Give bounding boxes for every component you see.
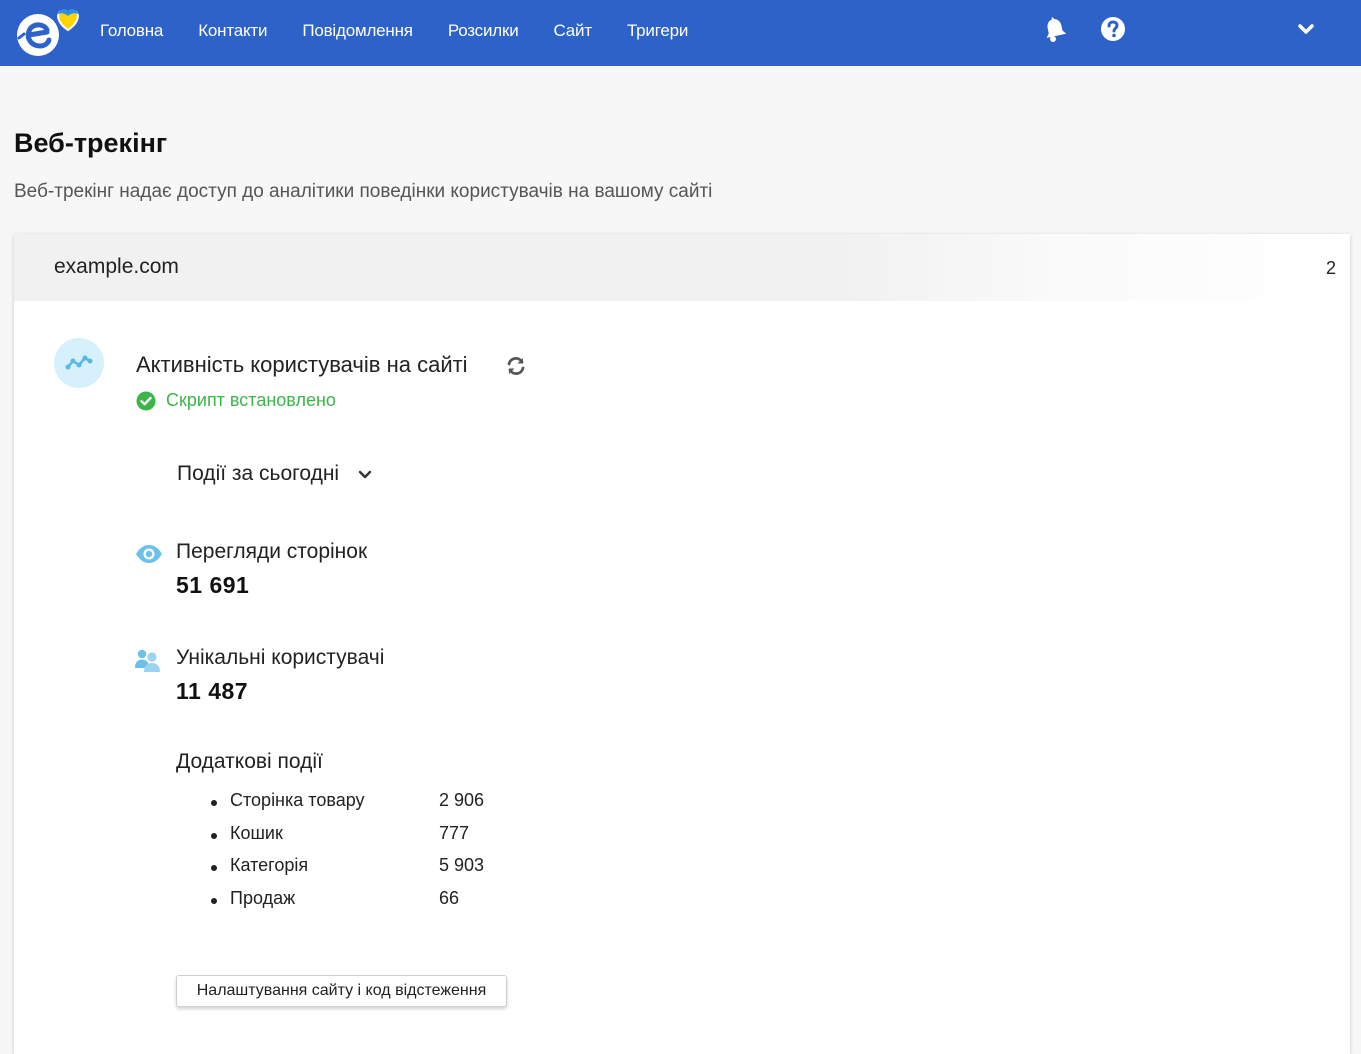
- users-icon: [135, 649, 160, 672]
- top-nav-bar: Головна Контакти Повідомлення Розсилки С…: [0, 0, 1361, 66]
- metric-pageviews-label: Перегляди сторінок: [176, 540, 368, 563]
- period-label: Події за сьогодні: [177, 462, 340, 485]
- event-name: Кошик: [230, 822, 283, 843]
- list-item: Кошик 777: [208, 823, 508, 856]
- activity-badge: [54, 338, 104, 388]
- refresh-icon[interactable]: [505, 355, 527, 377]
- site-count: 2: [1325, 258, 1336, 278]
- page-subtitle: Веб-трекінг надає доступ до аналітики по…: [14, 181, 713, 202]
- activity-chart-icon: [65, 355, 93, 370]
- eye-icon: [136, 545, 162, 563]
- period-selector[interactable]: Події за сьогодні: [177, 462, 373, 486]
- nav-item-contacts[interactable]: Контакти: [198, 21, 267, 41]
- bell-icon[interactable]: [1040, 14, 1070, 44]
- extra-events-list: Сторінка товару 2 906 Кошик 777 Категорі…: [208, 790, 508, 920]
- list-item: Продаж 66: [208, 888, 508, 921]
- event-value: 777: [439, 822, 470, 843]
- event-value: 5 903: [439, 855, 485, 875]
- metric-users-value: 11 487: [176, 678, 249, 704]
- nav-item-site[interactable]: Сайт: [554, 21, 593, 41]
- metric-pageviews-value: 51 691: [176, 572, 250, 598]
- nav-item-mailings[interactable]: Розсилки: [448, 21, 519, 41]
- site-domain: example.com: [54, 255, 179, 278]
- site-card-header[interactable]: example.com 2: [14, 234, 1350, 301]
- site-settings-button[interactable]: Налаштування сайту і код відстеження: [176, 975, 507, 1007]
- nav-item-messages[interactable]: Повідомлення: [302, 21, 413, 41]
- event-value: 2 906: [439, 790, 485, 810]
- script-status: Скрипт встановлено: [136, 390, 336, 411]
- nav-item-triggers[interactable]: Тригери: [627, 21, 688, 41]
- event-name: Продаж: [230, 887, 296, 908]
- check-circle-icon: [136, 391, 156, 410]
- event-value: 66: [439, 887, 460, 908]
- chevron-down-icon[interactable]: [1291, 14, 1321, 44]
- script-status-text: Скрипт встановлено: [166, 390, 336, 410]
- site-card: example.com 2 Активність користувачів на…: [14, 234, 1350, 1054]
- event-name: Категорія: [230, 855, 309, 875]
- nav-item-home[interactable]: Головна: [100, 21, 163, 41]
- main-nav: Головна Контакти Повідомлення Розсилки С…: [100, 0, 723, 62]
- chevron-down-icon: [358, 470, 372, 479]
- list-item: Категорія 5 903: [208, 855, 508, 888]
- activity-title: Активність користувачів на сайті: [136, 352, 468, 377]
- metric-users-label: Унікальні користувачі: [176, 646, 385, 669]
- help-icon[interactable]: [1098, 14, 1128, 44]
- event-name: Сторінка товару: [230, 790, 365, 810]
- list-item: Сторінка товару 2 906: [208, 790, 508, 823]
- logo[interactable]: [14, 6, 84, 58]
- extra-events-title: Додаткові події: [176, 750, 323, 773]
- page-title: Веб-трекінг: [14, 128, 168, 158]
